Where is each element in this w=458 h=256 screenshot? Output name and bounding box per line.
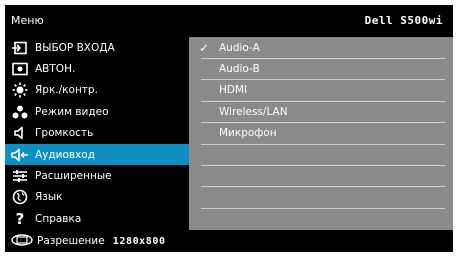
menu-item-help[interactable]: ? Справка xyxy=(5,208,189,229)
checkmark-icon: ✓ xyxy=(198,40,210,55)
menu-item-label: АВТОН. xyxy=(35,63,76,76)
submenu-option-audio-a[interactable]: ✓ Audio-A xyxy=(189,37,453,58)
submenu-option-label: Audio-B xyxy=(219,63,260,76)
menu-item-label: Ярк./контр. xyxy=(35,84,98,97)
menu-item-advanced[interactable]: Расширенные xyxy=(5,165,189,186)
status-footer: Разрешение 1280x800 xyxy=(5,230,453,252)
menu-item-input-source[interactable]: ВЫБОР ВХОДА xyxy=(5,37,189,58)
menu-header: Меню Dell S500wi xyxy=(5,5,453,37)
divider xyxy=(201,186,445,188)
menu-item-language[interactable]: Язык xyxy=(5,187,189,208)
volume-icon xyxy=(5,123,35,144)
submenu-option-microphone[interactable]: Микрофон xyxy=(189,123,453,144)
divider xyxy=(201,165,445,166)
monitor-resolution-icon xyxy=(11,233,33,249)
language-globe-icon xyxy=(5,187,35,208)
submenu-option-label: Wireless/LAN xyxy=(219,105,288,118)
audio-input-icon xyxy=(5,144,35,165)
video-mode-icon xyxy=(5,101,35,122)
submenu-option-hdmi[interactable]: HDMI xyxy=(189,80,453,101)
brightness-icon xyxy=(5,80,35,101)
divider xyxy=(201,143,445,145)
submenu-option-audio-b[interactable]: Audio-B xyxy=(189,58,453,79)
input-source-icon xyxy=(5,37,35,58)
submenu-option-wireless-lan[interactable]: Wireless/LAN xyxy=(189,101,453,122)
menu-item-label: Аудиовход xyxy=(35,148,95,161)
menu-item-audio-input[interactable]: Аудиовход xyxy=(5,144,189,166)
menu-item-auto-adjust[interactable]: АВТОН. xyxy=(5,58,189,79)
submenu-option-label: Микрофон xyxy=(219,127,277,140)
main-menu-list: ВЫБОР ВХОДА АВТОН. Ярк./контр. Режим вид… xyxy=(5,37,189,230)
submenu-option-label: HDMI xyxy=(219,84,248,97)
advanced-settings-icon xyxy=(5,166,35,187)
resolution-value: 1280x800 xyxy=(112,235,166,247)
audio-input-submenu: ✓ Audio-A Audio-B HDMI Wireless/LAN Микр… xyxy=(189,37,453,230)
help-icon: ? xyxy=(15,209,25,228)
menu-item-label: Режим видео xyxy=(35,105,109,118)
menu-item-label: Справка xyxy=(35,212,82,225)
menu-title: Меню xyxy=(11,14,44,27)
menu-item-video-mode[interactable]: Режим видео xyxy=(5,101,189,122)
menu-item-label: Язык xyxy=(35,191,63,204)
projector-osd-menu: Меню Dell S500wi ВЫБОР ВХОДА АВТОН. Ярк.… xyxy=(5,5,453,252)
menu-item-volume[interactable]: Громкость xyxy=(5,123,189,144)
menu-item-label: Расширенные xyxy=(35,170,112,183)
menu-item-label: Громкость xyxy=(35,127,94,140)
menu-item-label: ВЫБОР ВХОДА xyxy=(35,41,115,54)
menu-item-brightness-contrast[interactable]: Ярк./контр. xyxy=(5,80,189,101)
resolution-label: Разрешение xyxy=(37,235,105,247)
model-name: Dell S500wi xyxy=(364,14,443,27)
submenu-option-label: Audio-A xyxy=(219,41,260,54)
divider xyxy=(201,207,445,209)
auto-adjust-icon xyxy=(5,59,35,80)
